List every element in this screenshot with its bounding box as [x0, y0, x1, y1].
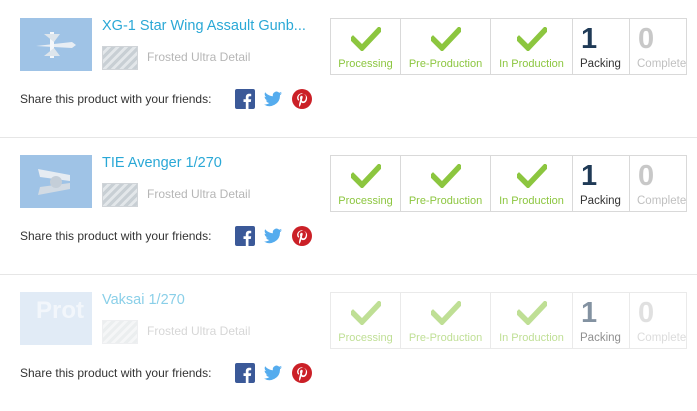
stage-label: Pre-Production — [408, 58, 483, 70]
stage-label: Pre-Production — [408, 195, 483, 207]
checkmark-icon — [350, 301, 381, 325]
complete-label: Complete — [637, 332, 687, 344]
product-thumbnail[interactable] — [20, 18, 92, 71]
stage-processing: Processing — [330, 155, 401, 212]
starfighter-icon — [36, 32, 76, 58]
pinterest-icon[interactable] — [292, 226, 312, 246]
tie-fighter-icon — [38, 169, 70, 195]
complete-label: Complete — [637, 195, 687, 207]
facebook-icon[interactable] — [235, 363, 255, 383]
complete-count: 0 — [638, 23, 655, 55]
stage-processing: Processing — [330, 18, 401, 75]
complete-count: 0 — [638, 297, 655, 329]
stage-packing: 1 Packing — [572, 155, 630, 212]
packing-count: 1 — [581, 160, 598, 192]
pinterest-icon[interactable] — [292, 363, 312, 383]
stage-pre-production: Pre-Production — [400, 292, 491, 349]
stage-label: In Production — [499, 195, 564, 207]
packing-count: 1 — [581, 23, 598, 55]
stage-label: Pre-Production — [408, 332, 483, 344]
material-swatch — [102, 46, 138, 70]
stage-label: In Production — [499, 332, 564, 344]
stage-complete: 0 Complete — [629, 18, 687, 75]
packing-label: Packing — [580, 332, 621, 344]
stage-packing: 1 Packing — [572, 292, 630, 349]
stage-label: In Production — [499, 58, 564, 70]
stage-processing: Processing — [330, 292, 401, 349]
checkmark-icon — [516, 301, 547, 325]
pinterest-icon[interactable] — [292, 89, 312, 109]
production-status-bar: Processing Pre-Production In Production … — [330, 292, 689, 349]
facebook-icon[interactable] — [235, 226, 255, 246]
checkmark-icon — [430, 301, 461, 325]
share-label: Share this product with your friends: — [20, 366, 212, 380]
stage-label: Processing — [338, 332, 393, 344]
thumbnail-placeholder-text: Prot — [36, 297, 84, 324]
complete-label: Complete — [637, 58, 687, 70]
stage-in-production: In Production — [490, 292, 573, 349]
stage-label: Processing — [338, 195, 393, 207]
production-status-bar: Processing Pre-Production In Production … — [330, 155, 689, 212]
stage-in-production: In Production — [490, 18, 573, 75]
checkmark-icon — [350, 27, 381, 51]
product-thumbnail[interactable]: Prot — [20, 292, 92, 345]
product-row: XG-1 Star Wing Assault Gunb... Frosted U… — [0, 0, 697, 138]
stage-complete: 0 Complete — [629, 155, 687, 212]
stage-packing: 1 Packing — [572, 18, 630, 75]
product-row: Prot Vaksai 1/270 Frosted Ultra Detail S… — [0, 274, 697, 411]
checkmark-icon — [516, 27, 547, 51]
packing-count: 1 — [581, 297, 598, 329]
packing-label: Packing — [580, 195, 621, 207]
checkmark-icon — [430, 27, 461, 51]
production-status-bar: Processing Pre-Production In Production … — [330, 18, 689, 75]
material-label: Frosted Ultra Detail — [147, 50, 251, 64]
packing-label: Packing — [580, 58, 621, 70]
checkmark-icon — [516, 164, 547, 188]
material-label: Frosted Ultra Detail — [147, 324, 251, 338]
product-title[interactable]: Vaksai 1/270 — [102, 292, 312, 308]
twitter-icon[interactable] — [263, 363, 283, 383]
product-title[interactable]: XG-1 Star Wing Assault Gunb... — [102, 18, 312, 34]
product-row: TIE Avenger 1/270 Frosted Ultra Detail S… — [0, 137, 697, 275]
twitter-icon[interactable] — [263, 226, 283, 246]
stage-in-production: In Production — [490, 155, 573, 212]
stage-complete: 0 Complete — [629, 292, 687, 349]
checkmark-icon — [350, 164, 381, 188]
share-label: Share this product with your friends: — [20, 92, 212, 106]
checkmark-icon — [430, 164, 461, 188]
product-thumbnail[interactable] — [20, 155, 92, 208]
material-label: Frosted Ultra Detail — [147, 187, 251, 201]
material-swatch — [102, 183, 138, 207]
material-swatch — [102, 320, 138, 344]
facebook-icon[interactable] — [235, 89, 255, 109]
complete-count: 0 — [638, 160, 655, 192]
share-label: Share this product with your friends: — [20, 229, 212, 243]
stage-pre-production: Pre-Production — [400, 18, 491, 75]
twitter-icon[interactable] — [263, 89, 283, 109]
stage-label: Processing — [338, 58, 393, 70]
stage-pre-production: Pre-Production — [400, 155, 491, 212]
product-title[interactable]: TIE Avenger 1/270 — [102, 155, 312, 171]
